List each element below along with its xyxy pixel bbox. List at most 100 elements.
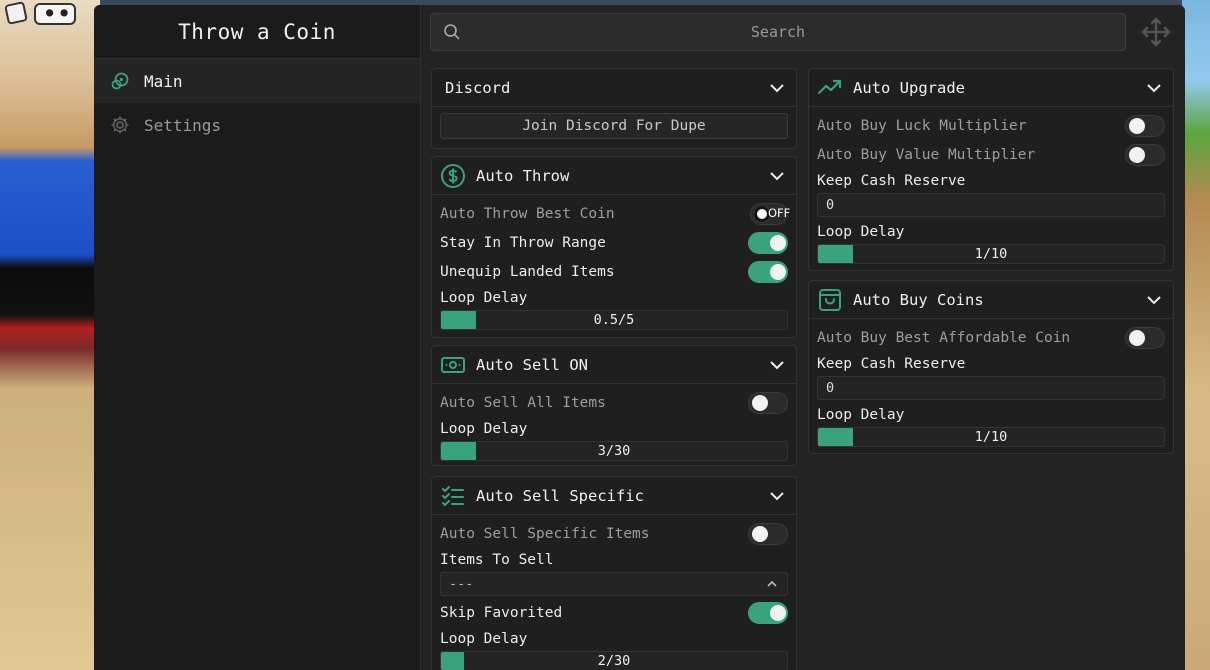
auto-sell-specific-loop-delay-slider[interactable]: 2/30 — [440, 651, 788, 670]
slider-label: Loop Delay — [440, 421, 528, 437]
chevron-down-icon[interactable] — [768, 167, 786, 185]
roblox-chat-icon[interactable] — [34, 3, 76, 25]
toggle-label: Auto Throw Best Coin — [440, 205, 615, 222]
game-scene-left — [0, 0, 100, 670]
search-bar[interactable] — [430, 13, 1126, 51]
search-input[interactable] — [461, 23, 1125, 41]
slider-value: 3/30 — [597, 443, 631, 459]
sidebar-item-label: Settings — [144, 115, 222, 135]
unequip-landed-items-toggle[interactable] — [748, 260, 788, 283]
stay-in-throw-range-row: Stay In Throw Range — [432, 228, 796, 257]
discord-section: Discord Join Discord For Dupe — [431, 68, 797, 149]
script-window: Throw a Coin Main Settings Search Discor… — [94, 5, 1185, 670]
auto-sell-specific-items-toggle[interactable] — [748, 522, 788, 545]
cash-icon — [440, 352, 466, 378]
dropdown-value: --- — [449, 576, 474, 592]
join-discord-button[interactable]: Join Discord For Dupe — [440, 113, 788, 139]
auto-buy-value-multiplier-toggle[interactable] — [1125, 143, 1165, 166]
stay-in-throw-range-toggle[interactable] — [748, 231, 788, 254]
slider-label: Loop Delay — [440, 290, 528, 306]
keep-cash-reserve-label: Keep Cash Reserve — [817, 356, 966, 372]
sidebar-item-settings[interactable]: Settings — [94, 103, 420, 147]
auto-buy-coins-loop-delay-slider[interactable]: 1/10 — [817, 427, 1165, 447]
sidebar-item-main[interactable]: Main — [94, 59, 420, 103]
items-to-sell-dropdown[interactable]: --- — [440, 572, 788, 596]
slider-label: Loop Delay — [440, 631, 528, 647]
auto-buy-best-affordable-coin-row: Auto Buy Best Affordable Coin — [809, 323, 1173, 352]
toggle-label: Skip Favorited — [440, 604, 563, 621]
auto-throw-loop-delay-slider[interactable]: 0.5/5 — [440, 310, 788, 330]
toggle-label: Auto Buy Best Affordable Coin — [817, 329, 1071, 346]
section-title: Auto Upgrade — [853, 78, 965, 97]
auto-buy-luck-multiplier-row: Auto Buy Luck Multiplier — [809, 111, 1173, 140]
auto-throw-section: Auto Throw Auto Throw Best Coin OFF Stay… — [431, 156, 797, 338]
slider-value: 1/10 — [974, 246, 1008, 262]
section-title: Auto Sell ON — [476, 355, 588, 374]
section-title: Discord — [445, 78, 511, 97]
toggle-label: Auto Sell Specific Items — [440, 525, 650, 542]
main-icon — [111, 72, 129, 90]
gear-icon — [111, 116, 129, 134]
auto-sell-loop-delay-slider[interactable]: 3/30 — [440, 441, 788, 461]
auto-buy-luck-multiplier-toggle[interactable] — [1125, 114, 1165, 137]
toggle-label: Auto Buy Luck Multiplier — [817, 117, 1027, 134]
discord-section-header[interactable]: Discord — [432, 69, 796, 107]
chevron-down-icon[interactable] — [768, 487, 786, 505]
slider-value: 1/10 — [974, 429, 1008, 445]
game-scene-right — [1182, 0, 1210, 670]
section-title: Auto Buy Coins — [853, 290, 984, 309]
toggle-label: Stay In Throw Range — [440, 234, 606, 251]
auto-throw-best-coin-toggle[interactable]: OFF — [750, 202, 791, 225]
trend-up-icon — [817, 75, 843, 101]
search-icon — [444, 24, 460, 40]
auto-sell-all-items-toggle[interactable] — [748, 391, 788, 414]
roblox-topbar — [4, 1, 76, 25]
auto-buy-value-multiplier-row: Auto Buy Value Multiplier — [809, 140, 1173, 169]
slider-value: 0.5/5 — [593, 312, 635, 328]
items-to-sell-label: Items To Sell — [440, 552, 554, 568]
auto-upgrade-loop-delay-slider[interactable]: 1/10 — [817, 244, 1165, 264]
chevron-down-icon[interactable] — [1145, 79, 1163, 97]
auto-buy-coins-header[interactable]: Auto Buy Coins — [809, 281, 1173, 319]
shopping-bag-icon — [817, 287, 843, 313]
auto-throw-header[interactable]: Auto Throw — [432, 157, 796, 195]
app-title: Throw a Coin — [94, 5, 420, 59]
chevron-down-icon[interactable] — [1145, 291, 1163, 309]
auto-sell-specific-items-row: Auto Sell Specific Items — [432, 519, 796, 548]
auto-upgrade-section: Auto Upgrade Auto Buy Luck Multiplier Au… — [808, 68, 1174, 271]
topbar — [430, 13, 1185, 51]
skip-favorited-toggle[interactable] — [748, 601, 788, 624]
move-icon[interactable] — [1139, 15, 1173, 49]
chevron-up-icon — [767, 580, 777, 587]
sidebar-item-label: Main — [144, 71, 183, 91]
auto-sell-section: Auto Sell ON Auto Sell All Items Loop De… — [431, 345, 797, 466]
auto-buy-coins-section: Auto Buy Coins Auto Buy Best Affordable … — [808, 280, 1174, 454]
slider-label: Loop Delay — [817, 407, 905, 423]
keep-cash-reserve-input[interactable]: 0 — [817, 376, 1165, 400]
chevron-down-icon[interactable] — [768, 356, 786, 374]
auto-sell-header[interactable]: Auto Sell ON — [432, 346, 796, 384]
unequip-landed-items-row: Unequip Landed Items — [432, 257, 796, 286]
auto-buy-best-affordable-coin-toggle[interactable] — [1125, 326, 1165, 349]
auto-throw-best-coin-row: Auto Throw Best Coin OFF — [432, 199, 796, 228]
auto-upgrade-header[interactable]: Auto Upgrade — [809, 69, 1173, 107]
checklist-icon — [440, 483, 466, 509]
chevron-down-icon[interactable] — [768, 79, 786, 97]
toggle-label: Auto Buy Value Multiplier — [817, 146, 1036, 163]
keep-cash-reserve-input[interactable]: 0 — [817, 193, 1165, 217]
slider-value: 2/30 — [597, 653, 631, 669]
auto-sell-specific-section: Auto Sell Specific Auto Sell Specific It… — [431, 476, 797, 670]
keep-cash-reserve-label: Keep Cash Reserve — [817, 173, 966, 189]
roblox-menu-icon[interactable] — [4, 1, 28, 25]
slider-label: Loop Delay — [817, 224, 905, 240]
dollar-circle-icon — [440, 163, 466, 189]
toggle-label: Auto Sell All Items — [440, 394, 606, 411]
sidebar: Throw a Coin Main Settings — [94, 5, 421, 670]
section-title: Auto Throw — [476, 166, 570, 185]
section-title: Auto Sell Specific — [476, 486, 644, 505]
auto-sell-specific-header[interactable]: Auto Sell Specific — [432, 477, 796, 515]
toggle-label: Unequip Landed Items — [440, 263, 615, 280]
toggle-state-text: OFF — [768, 205, 791, 220]
skip-favorited-row: Skip Favorited — [432, 598, 796, 627]
auto-sell-all-items-row: Auto Sell All Items — [432, 388, 796, 417]
